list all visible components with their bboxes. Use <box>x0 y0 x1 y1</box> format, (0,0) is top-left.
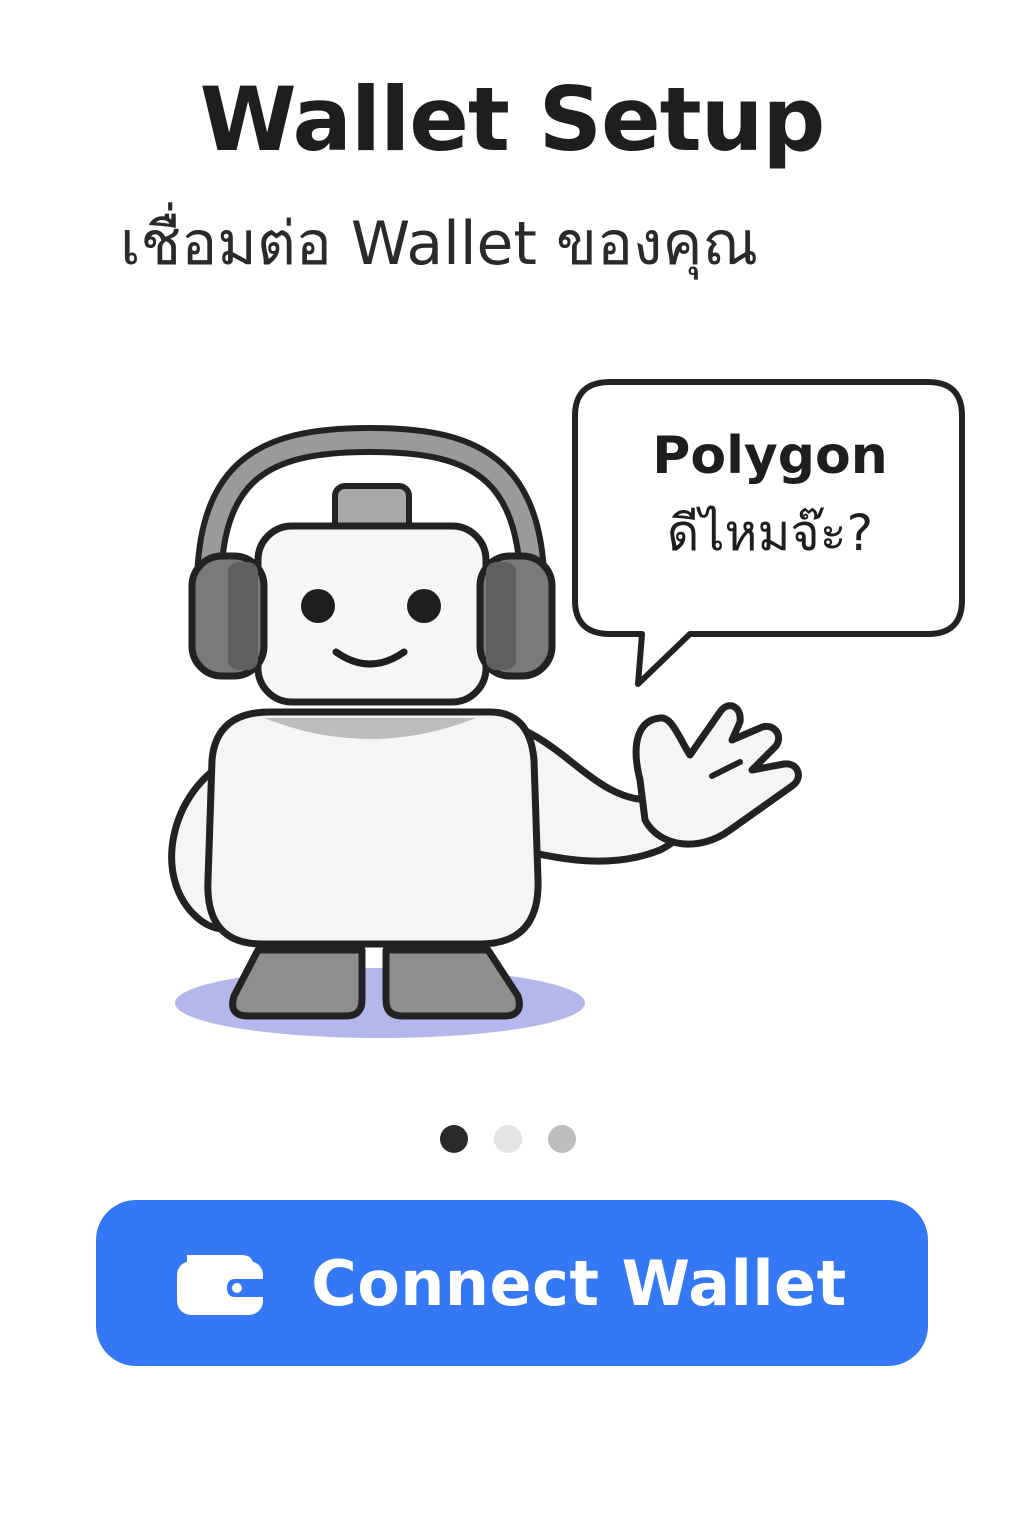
page-dot-3[interactable] <box>548 1125 576 1153</box>
page-dot-2[interactable] <box>494 1125 522 1153</box>
bubble-line-1: Polygon <box>652 426 888 486</box>
speech-bubble-text: Polygon ดีไหมจ๊ะ? <box>575 425 965 566</box>
robot-head <box>254 522 490 706</box>
bubble-line-2: ดีไหมจ๊ะ? <box>666 504 874 563</box>
robot-left-foot <box>229 946 366 1020</box>
page-dot-1[interactable] <box>440 1125 468 1153</box>
connect-wallet-button[interactable]: Connect Wallet <box>96 1200 928 1366</box>
robot-right-eye <box>407 589 441 623</box>
connect-wallet-label: Connect Wallet <box>311 1246 847 1320</box>
page-indicator <box>440 1124 590 1154</box>
page-subtitle: เชื่อมต่อ Wallet ของคุณ <box>120 209 759 279</box>
page-title: Wallet Setup <box>199 68 826 171</box>
robot-body <box>204 708 542 948</box>
robot-left-eye <box>301 589 335 623</box>
robot-right-foot <box>382 946 523 1020</box>
wallet-icon <box>177 1251 268 1315</box>
